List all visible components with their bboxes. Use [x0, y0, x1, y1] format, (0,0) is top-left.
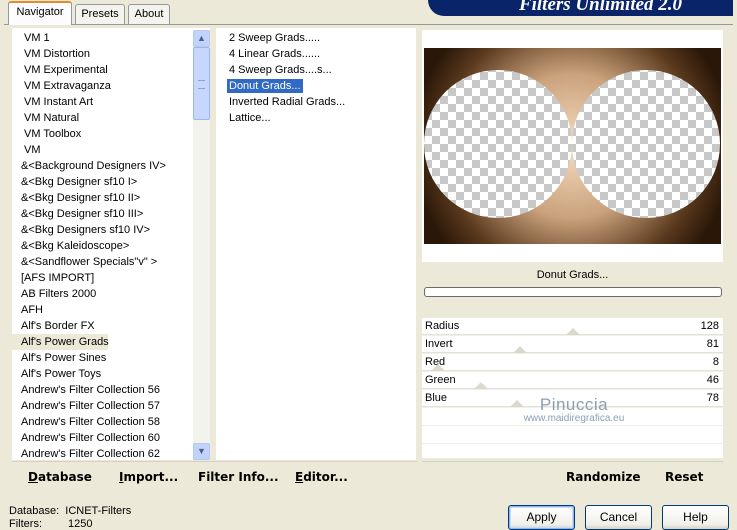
preview-image [424, 48, 721, 244]
filter-item-label: 2 Sweep Grads..... [229, 32, 321, 44]
category-item[interactable]: Andrew's Filter Collection 62 [12, 446, 210, 460]
preview-filter-name: Donut Grads... [422, 264, 723, 286]
apply-button[interactable]: Apply [508, 505, 575, 530]
scroll-thumb[interactable] [193, 47, 210, 120]
filter-item[interactable]: 4 Sweep Grads....s... [216, 62, 416, 78]
category-item[interactable]: VM Experimental [12, 62, 210, 78]
parameter-sliders[interactable]: Radius 128 Invert 81 Red 8 Green 46 Blue 78 [422, 318, 723, 458]
category-item[interactable]: AB Filters 2000 [12, 286, 210, 302]
tab-label: Navigator [16, 6, 64, 18]
category-item[interactable]: &<Bkg Designer sf10 I> [12, 174, 210, 190]
category-item[interactable]: VM [12, 142, 210, 158]
category-item[interactable]: VM Instant Art [12, 94, 210, 110]
filter-item-label: 4 Sweep Grads....s... [229, 64, 332, 76]
slider-invert[interactable]: Invert 81 [422, 336, 723, 354]
tab-presets[interactable]: Presets [75, 4, 125, 24]
category-item[interactable]: Andrew's Filter Collection 58 [12, 414, 210, 430]
tab-label: About [134, 8, 164, 20]
randomize-button[interactable]: Randomize [566, 470, 640, 484]
slider-label: Invert [425, 338, 453, 350]
category-item[interactable]: &<Sandflower Specials"v" > [12, 254, 210, 270]
slider-red[interactable]: Red 8 [422, 354, 723, 372]
app-banner: Filters Unlimited 2.0 [428, 0, 733, 16]
preview-area [422, 30, 723, 262]
slider-knob[interactable] [474, 382, 488, 389]
filter-item[interactable]: Inverted Radial Grads... [216, 94, 416, 110]
filter-item-label: 4 Linear Grads...... [229, 48, 321, 60]
category-item[interactable]: Alf's Border FX [12, 318, 210, 334]
category-item[interactable]: VM Extravaganza [12, 78, 210, 94]
slider-empty-row [422, 426, 723, 444]
left-action-bar: Database Import... Filter Info... Editor… [12, 461, 417, 489]
status-label: Filters: [9, 518, 42, 530]
slider-track[interactable] [422, 370, 723, 371]
tab-label: Presets [81, 8, 119, 20]
slider-label: Green [425, 374, 456, 386]
database-button[interactable]: Database [28, 470, 92, 484]
filter-item-label: Inverted Radial Grads... [229, 96, 346, 108]
progress-bar [424, 287, 722, 297]
slider-radius[interactable]: Radius 128 [422, 318, 723, 336]
slider-empty-row [422, 408, 723, 426]
filter-info-button[interactable]: Filter Info... [198, 470, 279, 484]
status-value: 1250 [68, 518, 93, 530]
slider-label: Blue [425, 392, 448, 404]
slider-knob[interactable] [513, 346, 527, 353]
slider-track[interactable] [422, 406, 723, 407]
slider-value: 46 [706, 374, 719, 386]
filter-item[interactable]: Lattice... [216, 110, 416, 126]
category-item[interactable]: Andrew's Filter Collection 57 [12, 398, 210, 414]
cancel-button[interactable]: Cancel [585, 505, 652, 530]
slider-value: 78 [706, 392, 719, 404]
slider-knob[interactable] [510, 400, 524, 407]
filter-item[interactable]: 2 Sweep Grads..... [216, 30, 416, 46]
slider-knob[interactable] [566, 328, 580, 335]
slider-knob[interactable] [431, 364, 445, 371]
filter-item-label: Lattice... [229, 112, 271, 124]
category-item[interactable]: &<Background Designers IV> [12, 158, 210, 174]
slider-value: 128 [700, 320, 719, 332]
category-item[interactable]: Alf's Power Sines [12, 350, 210, 366]
category-item[interactable]: VM Distortion [12, 46, 210, 62]
category-item[interactable]: [AFS IMPORT] [12, 270, 210, 286]
category-item[interactable]: Alf's Power Toys [12, 366, 210, 382]
slider-label: Radius [425, 320, 460, 332]
import-button[interactable]: Import... [119, 470, 178, 484]
right-action-bar: Randomize Reset [422, 461, 723, 489]
status-label: Database: [9, 505, 60, 517]
category-item[interactable]: &<Bkg Kaleidoscope> [12, 238, 210, 254]
category-item[interactable]: VM 1 [12, 30, 210, 46]
slider-value: 81 [706, 338, 719, 350]
category-item[interactable]: AFH [12, 302, 210, 318]
filter-item-label: Donut Grads... [227, 79, 303, 93]
category-list[interactable]: VM 1 VM Distortion VM Experimental VM Extra… [12, 28, 210, 460]
category-item[interactable]: VM Toolbox [12, 126, 210, 142]
filter-list[interactable]: 2 Sweep Grads..... 4 Linear Grads...... 4 … [216, 28, 416, 460]
scroll-up-button[interactable]: ▲ [193, 30, 210, 47]
editor-button[interactable]: Editor... [295, 470, 348, 484]
category-item[interactable]: &<Bkg Designers sf10 IV> [12, 222, 210, 238]
category-item[interactable]: &<Bkg Designer sf10 III> [12, 206, 210, 222]
category-item[interactable]: Alf's Power Grads [12, 334, 109, 350]
filter-item[interactable]: 4 Linear Grads...... [216, 46, 416, 62]
filter-item[interactable]: Donut Grads... [216, 78, 416, 94]
category-item[interactable]: Andrew's Filter Collection 60 [12, 430, 210, 446]
category-item[interactable]: VM Natural [12, 110, 210, 126]
slider-track[interactable] [422, 352, 723, 353]
category-scrollbar[interactable]: ▲ ▼ [193, 30, 210, 460]
slider-blue[interactable]: Blue 78 [422, 390, 723, 408]
reset-button[interactable]: Reset [665, 470, 703, 484]
category-item[interactable]: Andrew's Filter Collection 56 [12, 382, 210, 398]
slider-value: 8 [712, 356, 719, 368]
help-button[interactable]: Help [662, 505, 729, 530]
tab-about[interactable]: About [128, 4, 170, 24]
category-item[interactable]: &<Bkg Designer sf10 II> [12, 190, 210, 206]
slider-green[interactable]: Green 46 [422, 372, 723, 390]
tab-navigator[interactable]: Navigator [8, 1, 72, 25]
status-value: ICNET-Filters [65, 505, 132, 517]
status-filters: Filters: 1250 [9, 518, 92, 530]
status-database: Database: ICNET-Filters [9, 505, 131, 517]
slider-track[interactable] [422, 388, 723, 389]
scroll-down-button[interactable]: ▼ [193, 443, 210, 460]
